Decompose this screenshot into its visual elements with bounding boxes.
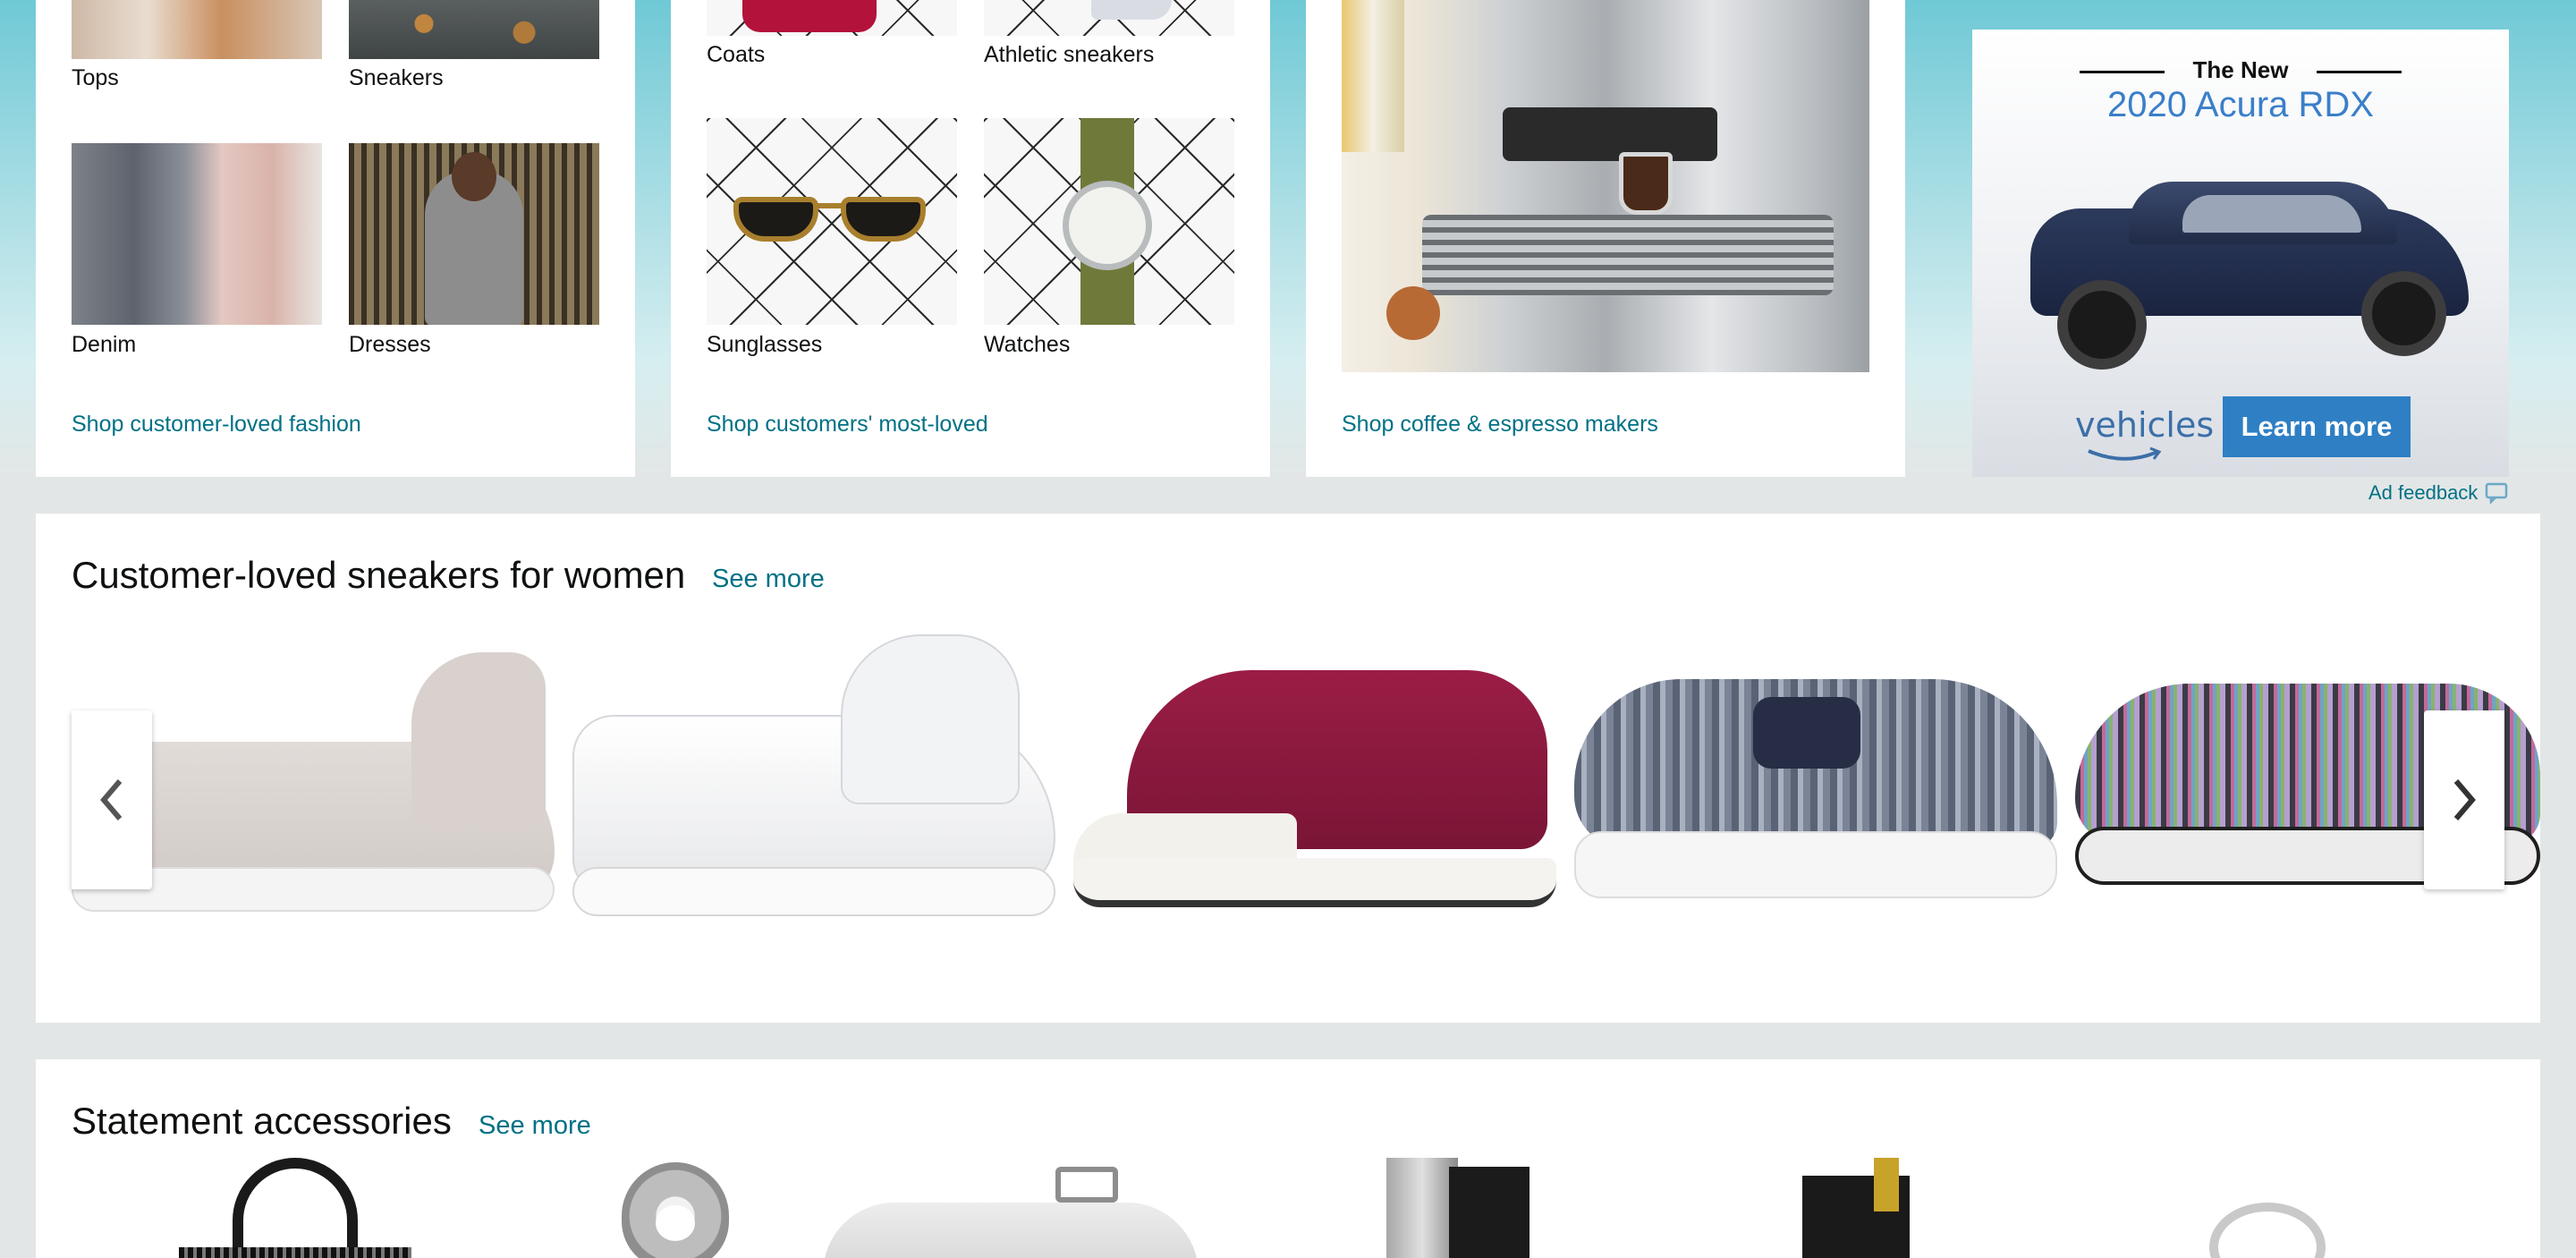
learn-more-button[interactable]: Learn more	[2223, 396, 2411, 457]
tile-label-watches[interactable]: Watches	[984, 332, 1070, 358]
tile-image-tops[interactable]	[72, 0, 322, 59]
shop-most-loved-link[interactable]: Shop customers' most-loved	[707, 412, 988, 438]
tile-image-sunglasses[interactable]	[707, 118, 957, 325]
product-embellished-belt[interactable]	[823, 1158, 1199, 1258]
car-image	[2004, 155, 2487, 370]
tile-label-sunglasses[interactable]: Sunglasses	[707, 332, 822, 358]
tile-label-athletic-sneakers[interactable]: Athletic sneakers	[984, 42, 1154, 68]
carousel-next-button[interactable]	[2424, 710, 2504, 889]
product-studded-handbag[interactable]	[179, 1158, 411, 1258]
tile-label-denim[interactable]: Denim	[72, 332, 136, 358]
tile-label-tops[interactable]: Tops	[72, 65, 119, 91]
accessories-see-more-link[interactable]: See more	[479, 1111, 591, 1141]
product-crystal-pendant[interactable]	[622, 1162, 729, 1258]
sneakers-see-more-link[interactable]: See more	[712, 565, 825, 594]
accessories-section-title: Statement accessories	[72, 1100, 452, 1142]
tile-image-coats[interactable]	[707, 0, 957, 36]
tile-label-sneakers[interactable]: Sneakers	[349, 65, 444, 91]
tile-image-denim[interactable]	[72, 143, 322, 325]
smile-arrow-icon	[2088, 446, 2162, 461]
chevron-left-icon	[100, 779, 123, 820]
coffee-card: Shop coffee & espresso makers	[1306, 0, 1905, 477]
tile-image-sneakers[interactable]	[349, 0, 599, 59]
ad-feedback-label[interactable]: Ad feedback	[2368, 481, 2478, 505]
most-loved-card: Coats Athletic sneakers Sunglasses Watch…	[671, 0, 1270, 477]
product-crystal-ring[interactable]	[2209, 1203, 2326, 1258]
tile-image-dresses[interactable]	[349, 143, 599, 325]
sneakers-section-title: Customer-loved sneakers for women	[72, 554, 686, 596]
tile-image-watches[interactable]	[984, 118, 1234, 325]
fashion-card: Tops Sneakers Denim Dresses Shop custome…	[36, 0, 635, 477]
product-striped-slip-on-sneaker[interactable]	[1574, 643, 2057, 921]
chevron-right-icon	[2453, 779, 2476, 820]
acura-ad[interactable]: The New 2020 Acura RDX vehicles Learn mo…	[1972, 30, 2509, 477]
tile-label-dresses[interactable]: Dresses	[349, 332, 431, 358]
product-studded-boot[interactable]	[1377, 1158, 1538, 1258]
carousel-prev-button[interactable]	[72, 710, 152, 889]
product-white-leather-sneaker[interactable]	[572, 625, 1055, 921]
accessories-section: Statement accessories See more	[36, 1059, 2540, 1258]
tile-image-athletic-sneakers[interactable]	[984, 0, 1234, 36]
sneakers-section: Customer-loved sneakers for women See mo…	[36, 514, 2540, 1023]
tile-label-coats[interactable]: Coats	[707, 42, 765, 68]
espresso-machine-image[interactable]	[1342, 0, 1869, 372]
product-burgundy-canvas-sneaker[interactable]	[1073, 643, 1556, 921]
shop-fashion-link[interactable]: Shop customer-loved fashion	[72, 412, 361, 438]
speech-bubble-icon	[2486, 482, 2508, 504]
ad-brand-logo: vehicles	[2075, 405, 2215, 445]
ad-feedback-link[interactable]: Ad feedback	[2368, 481, 2508, 505]
ad-model-name: 2020 Acura RDX	[2107, 85, 2374, 124]
ad-headline: The New	[2192, 56, 2289, 83]
product-black-buckle-boot[interactable]	[1784, 1158, 1936, 1258]
shop-coffee-link[interactable]: Shop coffee & espresso makers	[1342, 412, 1658, 438]
